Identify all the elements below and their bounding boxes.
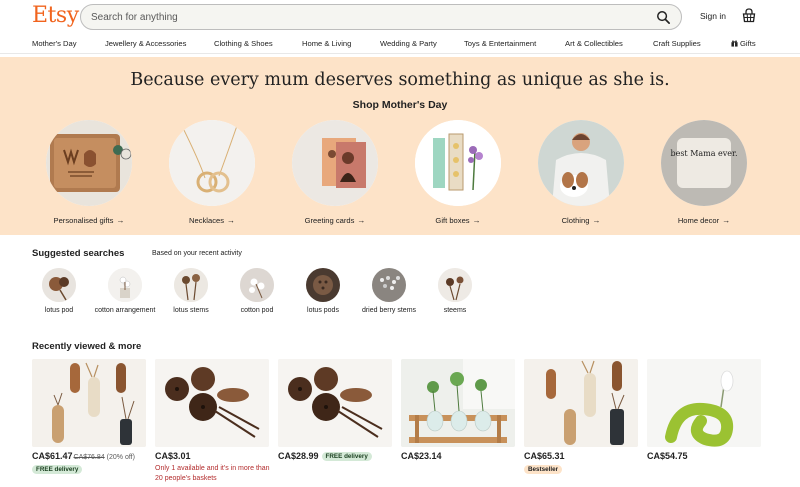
suggestion-label: cotton pod [240, 307, 274, 314]
listing-price: CA$54.75 [647, 451, 688, 461]
listing-image[interactable] [278, 359, 392, 447]
arrow-right-icon: → [592, 216, 601, 225]
suggestion-image [438, 268, 472, 302]
listing-image[interactable] [647, 359, 761, 447]
suggestion-image [240, 268, 274, 302]
nav-item-jewellery[interactable]: Jewellery & Accessories [105, 39, 186, 48]
listing-price: CA$23.14 [401, 451, 442, 461]
suggestion-label: cotton arrangement [94, 307, 156, 314]
necklaces-image [169, 120, 255, 206]
listing-image[interactable] [524, 359, 638, 447]
gift-icon [731, 40, 738, 47]
basket-icon[interactable] [742, 8, 756, 23]
category-label: Greeting cards [304, 216, 355, 225]
suggestion-label: dried berry stems [361, 307, 417, 314]
suggested-searches-title: Suggested searches [32, 248, 125, 259]
nav-item-art[interactable]: Art & Collectibles [565, 39, 623, 48]
header: Etsy Sign in [0, 0, 800, 34]
free-delivery-badge: FREE delivery [321, 452, 372, 461]
etsy-logo[interactable]: Etsy [32, 3, 79, 28]
shop-mothers-day-link[interactable]: Shop Mother's Day [0, 99, 800, 111]
nav-item-home-living[interactable]: Home & Living [302, 39, 351, 48]
listing-price: CA$3.01 [155, 451, 191, 461]
listing-price: CA$65.31 [524, 451, 565, 461]
listing-original-price: CA$76.84 [73, 454, 105, 461]
mothers-day-hero: Because every mum deserves something as … [0, 57, 800, 235]
clothing-image [538, 120, 624, 206]
nav-item-craft[interactable]: Craft Supplies [653, 39, 701, 48]
nav-item-gifts[interactable]: Gifts [731, 39, 756, 48]
low-stock-note: Only 1 available and it's in more than 2… [155, 465, 270, 482]
suggestion-image [174, 268, 208, 302]
free-delivery-badge: FREE delivery [32, 465, 83, 474]
suggestion-label: steems [443, 307, 467, 314]
arrow-right-icon: → [227, 216, 236, 225]
suggestion-image [108, 268, 142, 302]
arrow-right-icon: → [116, 216, 125, 225]
suggestion-image [42, 268, 76, 302]
search-input[interactable] [91, 9, 651, 26]
nav-item-wedding[interactable]: Wedding & Party [380, 39, 437, 48]
suggestion-image [372, 268, 406, 302]
listing-image[interactable] [155, 359, 269, 447]
listing-discount: (20% off) [106, 454, 135, 461]
pillow-print: best Mama ever. [670, 149, 737, 158]
category-nav: Mother's Day Jewellery & Accessories Clo… [0, 36, 800, 54]
category-label: Home decor [677, 216, 720, 225]
home-decor-image: best Mama ever. [661, 120, 747, 206]
listing-image[interactable] [401, 359, 515, 447]
category-label: Clothing [561, 216, 590, 225]
category-label: Necklaces [188, 216, 225, 225]
sign-in-link[interactable]: Sign in [700, 11, 726, 21]
greeting-cards-image [292, 120, 378, 206]
suggestion-label: lotus pod [44, 307, 74, 314]
suggestion-label: lotus pods [307, 307, 339, 314]
listing-price: CA$28.99 [278, 451, 319, 461]
gift-boxes-image [415, 120, 501, 206]
category-label: Gift boxes [435, 216, 470, 225]
recently-viewed-title: Recently viewed & more [32, 341, 142, 352]
hero-headline: Because every mum deserves something as … [130, 70, 670, 90]
search-bar[interactable] [80, 4, 682, 30]
category-label: Personalised gifts [53, 216, 114, 225]
suggestion-image [306, 268, 340, 302]
listing-price: CA$61.47 [32, 451, 73, 461]
arrow-right-icon: → [472, 216, 481, 225]
nav-item-toys[interactable]: Toys & Entertainment [464, 39, 536, 48]
search-icon[interactable] [656, 10, 671, 25]
suggested-searches-note: Based on your recent activity [152, 250, 242, 257]
listing-image[interactable] [32, 359, 146, 447]
arrow-right-icon: → [722, 216, 731, 225]
arrow-right-icon: → [357, 216, 366, 225]
nav-item-clothing[interactable]: Clothing & Shoes [214, 39, 273, 48]
bestseller-badge: Bestseller [524, 465, 563, 474]
nav-item-gifts-label: Gifts [740, 39, 756, 48]
personalised-gifts-image [46, 120, 132, 206]
suggestion-label: lotus stems [173, 307, 209, 314]
nav-item-mothers-day[interactable]: Mother's Day [32, 39, 77, 48]
